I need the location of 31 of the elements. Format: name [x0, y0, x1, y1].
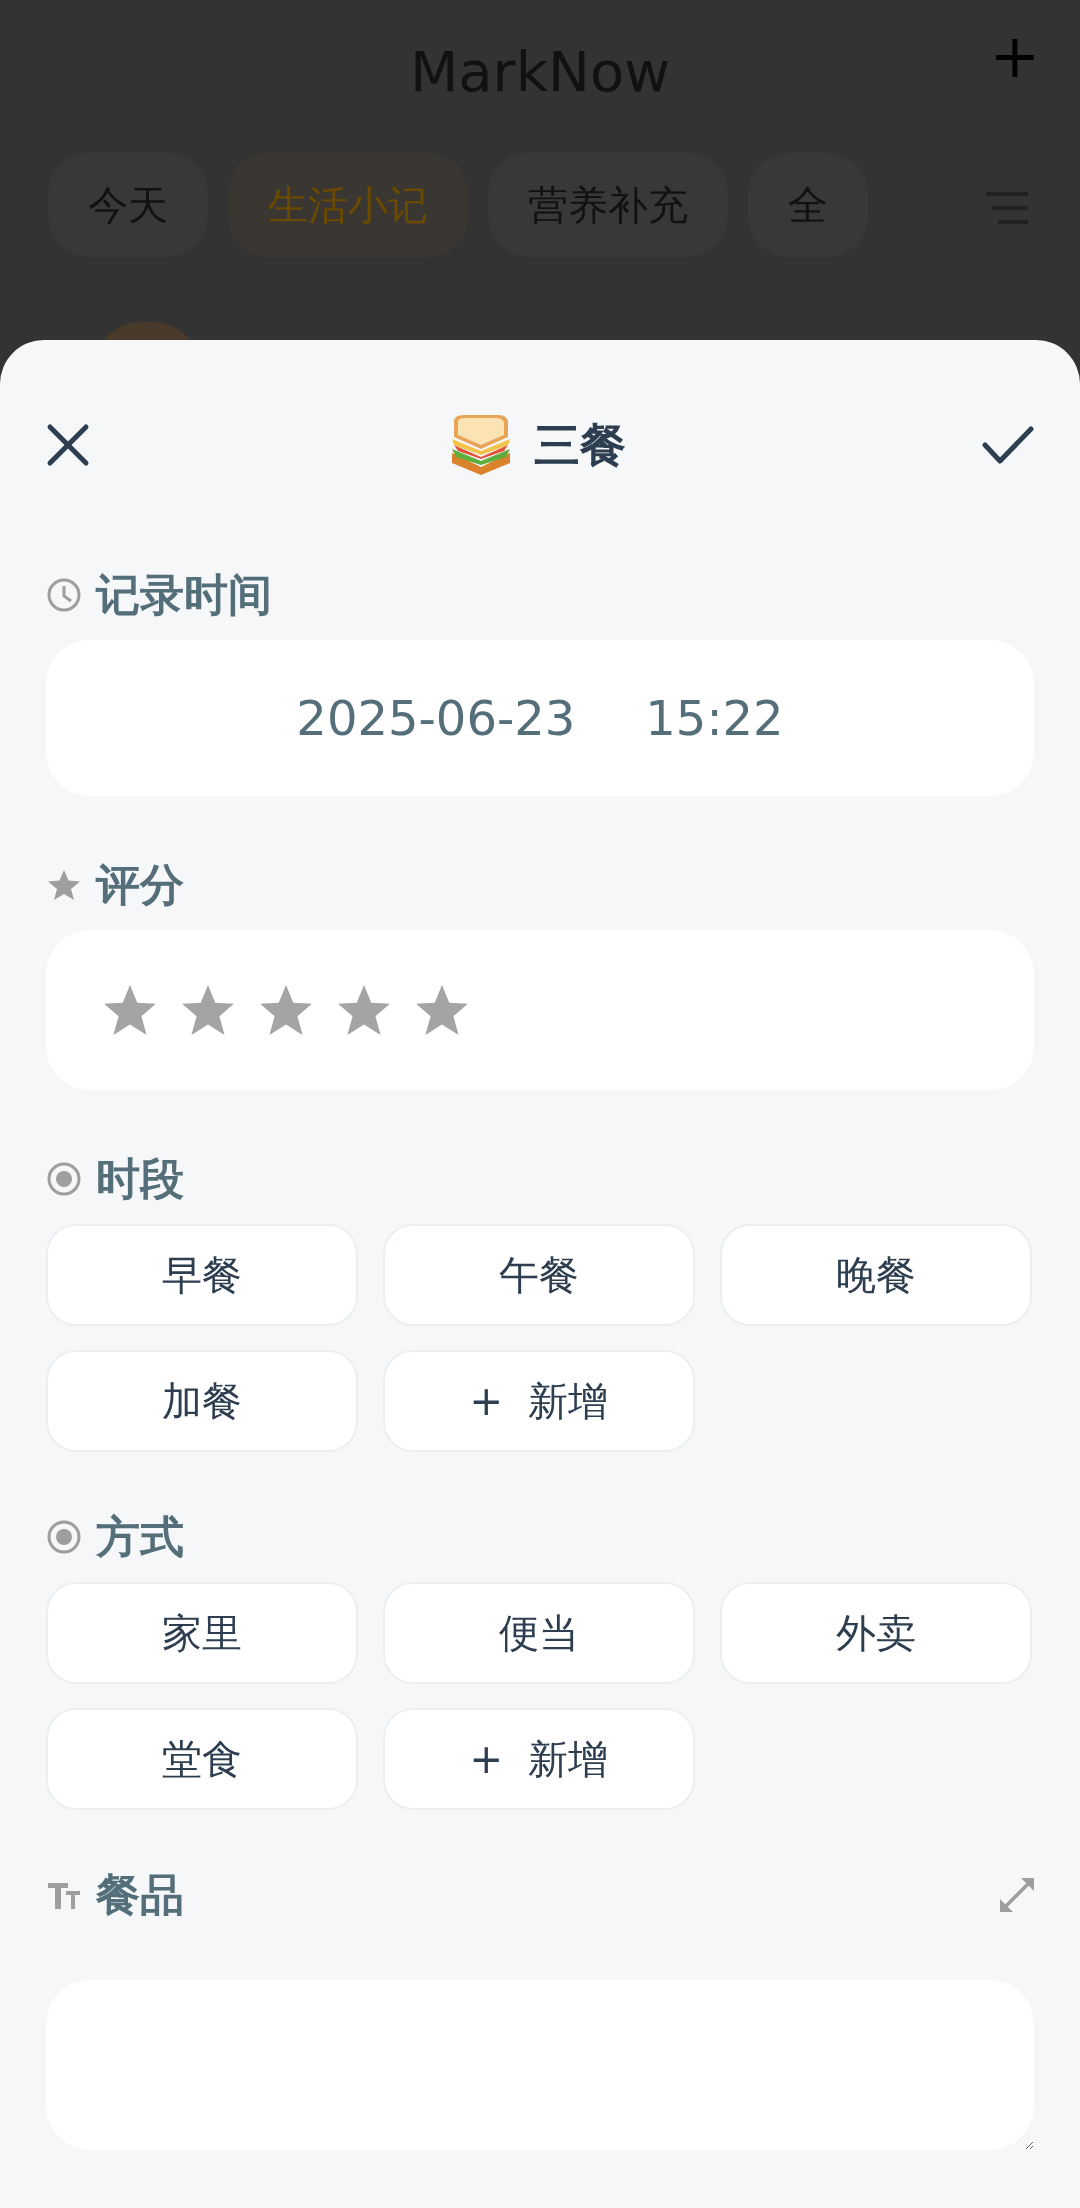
- section-label: 记录时间: [96, 568, 272, 622]
- star-icon[interactable]: [102, 983, 158, 1037]
- option-chip[interactable]: 家里: [46, 1582, 358, 1684]
- date-time-field[interactable]: 2025-06-23 15:22: [46, 640, 1034, 796]
- date-text: 2025-06-23: [296, 689, 576, 748]
- option-chip[interactable]: 堂食: [46, 1708, 358, 1810]
- section-label: 时段: [96, 1152, 184, 1206]
- section-label: 方式: [96, 1510, 184, 1564]
- star-icon[interactable]: [180, 983, 236, 1037]
- radio-icon: [46, 1519, 82, 1555]
- option-chip[interactable]: 早餐: [46, 1224, 358, 1326]
- section-label: 评分: [96, 858, 184, 912]
- option-chip[interactable]: 晚餐: [720, 1224, 1032, 1326]
- close-button[interactable]: [46, 423, 90, 467]
- radio-icon: [46, 1161, 82, 1197]
- option-chip[interactable]: 外卖: [720, 1582, 1032, 1684]
- option-chip[interactable]: + 新增: [383, 1350, 695, 1452]
- star-icon[interactable]: [414, 983, 470, 1037]
- time-text: 15:22: [645, 689, 784, 748]
- text-input-field[interactable]: [46, 1980, 1034, 2150]
- confirm-button[interactable]: [982, 425, 1034, 465]
- option-chip[interactable]: 午餐: [383, 1224, 695, 1326]
- option-chip[interactable]: 加餐: [46, 1350, 358, 1452]
- section-label: 餐品: [96, 1868, 184, 1922]
- option-chip[interactable]: 便当: [383, 1582, 695, 1684]
- expand-icon[interactable]: [1000, 1878, 1034, 1912]
- sheet-title: 三餐: [534, 416, 626, 474]
- option-chip[interactable]: + 新增: [383, 1708, 695, 1810]
- star-icon[interactable]: [258, 983, 314, 1037]
- clock-icon: [46, 577, 82, 613]
- star-icon[interactable]: [336, 983, 392, 1037]
